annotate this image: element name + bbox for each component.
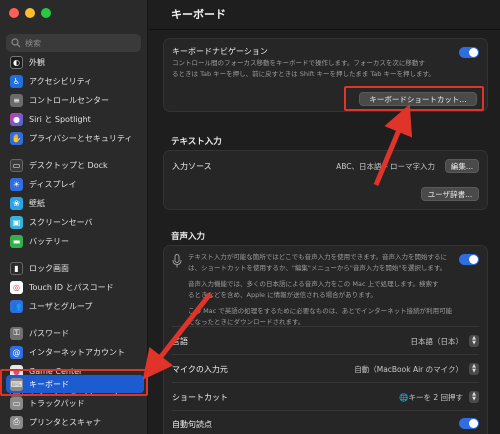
row-divider <box>172 354 479 355</box>
voice-input-heading: 音声入力 <box>171 232 206 242</box>
sidebar-item-label: トラックパッド <box>29 398 85 408</box>
search-field[interactable] <box>6 34 141 52</box>
lock-screen-icon: ▮ <box>10 261 23 275</box>
window-controls <box>9 8 51 18</box>
sidebar-item-label: ディスプレイ <box>29 179 77 189</box>
search-icon <box>11 38 21 48</box>
sidebar-item-desktop-dock[interactable]: ▭ デスクトップと Dock <box>6 156 144 174</box>
text-input-card: 入力ソース ABC、日本語 – ローマ字入力 編集... ユーザ辞書... <box>163 150 488 210</box>
highlight-shortcuts-button <box>344 86 484 111</box>
description-line: コントロール間のフォーカス移動をキーボードで操作します。フォーカスを次に移動す <box>172 59 425 67</box>
text-input-heading: テキスト入力 <box>171 137 222 147</box>
sidebar-item-label: Touch ID とパスコード <box>29 282 114 292</box>
keyboard-navigation-toggle[interactable] <box>459 47 479 58</box>
sidebar-item-accessibility[interactable]: ♿ アクセシビリティ <box>6 72 144 90</box>
search-input[interactable] <box>25 38 135 48</box>
description-line: テキスト入力が可能な箇所ではどこでも音声入力を使用できます。音声入力を開始するに <box>188 253 447 261</box>
keyboard-navigation-description: コントロール間のフォーカス移動をキーボードで操作します。フォーカスを次に移動す … <box>172 58 457 79</box>
sidebar-item-label: プリンタとスキャナ <box>29 417 101 427</box>
sidebar-item-passwords[interactable]: ⚿ パスワード <box>6 324 144 342</box>
touch-id-icon: ◎ <box>10 280 23 294</box>
sidebar-item-users-groups[interactable]: 👥 ユーザとグループ <box>6 297 144 315</box>
sidebar-item-privacy-security[interactable]: ✋ プライバシーとセキュリティ <box>6 129 144 147</box>
sidebar-item-label: デスクトップと Dock <box>29 160 108 170</box>
user-dictionary-button[interactable]: ユーザ辞書... <box>421 187 479 201</box>
language-label: 言語 <box>172 337 188 346</box>
sidebar-item-label: コントロールセンター <box>29 95 109 105</box>
shortcut-popup-stepper[interactable]: ▲ ▼ <box>469 391 479 403</box>
close-window-button[interactable] <box>9 8 19 18</box>
description-line: この Mac で英語の処理をするために必要なものは、あとでインターネット接続が利… <box>188 307 453 315</box>
sidebar-item-siri-spotlight[interactable]: ● Siri と Spotlight <box>6 110 144 128</box>
printer-icon: ⎙ <box>10 415 23 429</box>
sidebar-item-label: パスワード <box>29 328 69 338</box>
sidebar-item-label: スクリーンセーバ <box>29 217 93 227</box>
description-line: は、ショートカットを使用するか、"編集"メニューから"音声入力を開始"を選択しま… <box>188 263 447 272</box>
row-divider <box>172 382 479 383</box>
control-center-icon: ≡ <box>10 93 23 107</box>
sidebar-item-label: バッテリー <box>29 236 69 246</box>
sidebar-item-printers-scanners[interactable]: ⎙ プリンタとスキャナ <box>6 413 144 431</box>
sidebar-item-displays[interactable]: ☀ ディスプレイ <box>6 175 144 193</box>
voice-input-description: テキスト入力が可能な箇所ではどこでも音声入力を使用できます。音声入力を開始するに… <box>188 252 468 327</box>
sidebar-item-wallpaper[interactable]: ❀ 壁紙 <box>6 194 144 212</box>
sidebar-item-label: プライバシーとセキュリティ <box>29 133 133 143</box>
trackpad-icon: ▭ <box>10 396 23 410</box>
microphone-source-label: マイクの入力元 <box>172 365 228 374</box>
auto-punctuation-toggle[interactable] <box>459 418 479 429</box>
users-icon: 👥 <box>10 299 23 313</box>
page-title: キーボード <box>171 8 226 21</box>
sidebar-item-battery[interactable]: ▬ バッテリー <box>6 232 144 250</box>
microphone-icon <box>172 254 182 268</box>
sidebar-item-internet-accounts[interactable]: @ インターネットアカウント <box>6 343 144 361</box>
description-line: るときなどを含め、Apple に情報が送信される場合があります。 <box>188 290 377 299</box>
title-divider <box>149 29 500 30</box>
screensaver-icon: ▣ <box>10 215 23 229</box>
microphone-popup-stepper[interactable]: ▲ ▼ <box>469 363 479 375</box>
privacy-hand-icon: ✋ <box>10 131 23 145</box>
edit-input-sources-button[interactable]: 編集... <box>445 159 479 173</box>
language-value[interactable]: 日本語（日本） <box>411 336 464 347</box>
sidebar-item-lock-screen[interactable]: ▮ ロック画面 <box>6 259 144 277</box>
at-sign-icon: @ <box>10 345 23 359</box>
minimize-window-button[interactable] <box>25 8 35 18</box>
sidebar-item-control-center[interactable]: ≡ コントロールセンター <box>6 91 144 109</box>
key-icon: ⚿ <box>10 326 23 340</box>
language-popup-stepper[interactable]: ▲ ▼ <box>469 335 479 347</box>
shortcut-value[interactable]: 🌐キーを 2 回押す <box>399 392 463 403</box>
sidebar-item-screensaver[interactable]: ▣ スクリーンセーバ <box>6 213 144 231</box>
row-divider <box>172 410 479 411</box>
appearance-icon: ◐ <box>10 55 23 69</box>
voice-input-card: テキスト入力が可能な箇所ではどこでも音声入力を使用できます。音声入力を開始するに… <box>163 245 488 434</box>
wallpaper-icon: ❀ <box>10 196 23 210</box>
input-sources-value: ABC、日本語 – ローマ字入力 <box>336 162 435 171</box>
zoom-window-button[interactable] <box>41 8 51 18</box>
auto-punctuation-label: 自動句読点 <box>172 420 212 429</box>
highlight-keyboard-item <box>0 369 148 396</box>
sidebar-item-trackpad[interactable]: ▭ トラックパッド <box>6 394 144 412</box>
microphone-source-value[interactable]: 自動（MacBook Air のマイク） <box>354 364 463 375</box>
siri-icon: ● <box>10 112 23 126</box>
sidebar-item-appearance[interactable]: ◐ 外観 <box>6 53 144 71</box>
input-sources-label: 入力ソース <box>172 162 212 171</box>
accessibility-icon: ♿ <box>10 74 23 88</box>
display-icon: ☀ <box>10 177 23 191</box>
dock-icon: ▭ <box>10 158 23 172</box>
sidebar-item-label: Siri と Spotlight <box>29 114 91 124</box>
sidebar-item-label: ロック画面 <box>29 263 69 273</box>
sidebar-item-label: ユーザとグループ <box>29 301 93 311</box>
sidebar-item-label: 外観 <box>29 57 45 67</box>
description-line: 音声入力機能では、多くの日本語による音声入力をこの Mac 上で処理します。検索… <box>188 280 439 288</box>
sidebar-item-touch-id[interactable]: ◎ Touch ID とパスコード <box>6 278 144 296</box>
sidebar-item-label: インターネットアカウント <box>29 347 125 357</box>
row-divider <box>172 326 479 327</box>
battery-icon: ▬ <box>10 234 23 248</box>
description-line: るときは Tab キーを押し、前に戻すときは Shift キーを押したまま Ta… <box>172 69 435 78</box>
keyboard-navigation-title: キーボードナビゲーション <box>172 47 268 56</box>
sidebar-item-label: アクセシビリティ <box>29 76 93 86</box>
sidebar-item-label: 壁紙 <box>29 198 45 208</box>
main-pane: キーボード キーボードナビゲーション コントロール間のフォーカス移動をキーボード… <box>149 0 500 434</box>
shortcut-label: ショートカット <box>172 393 228 402</box>
